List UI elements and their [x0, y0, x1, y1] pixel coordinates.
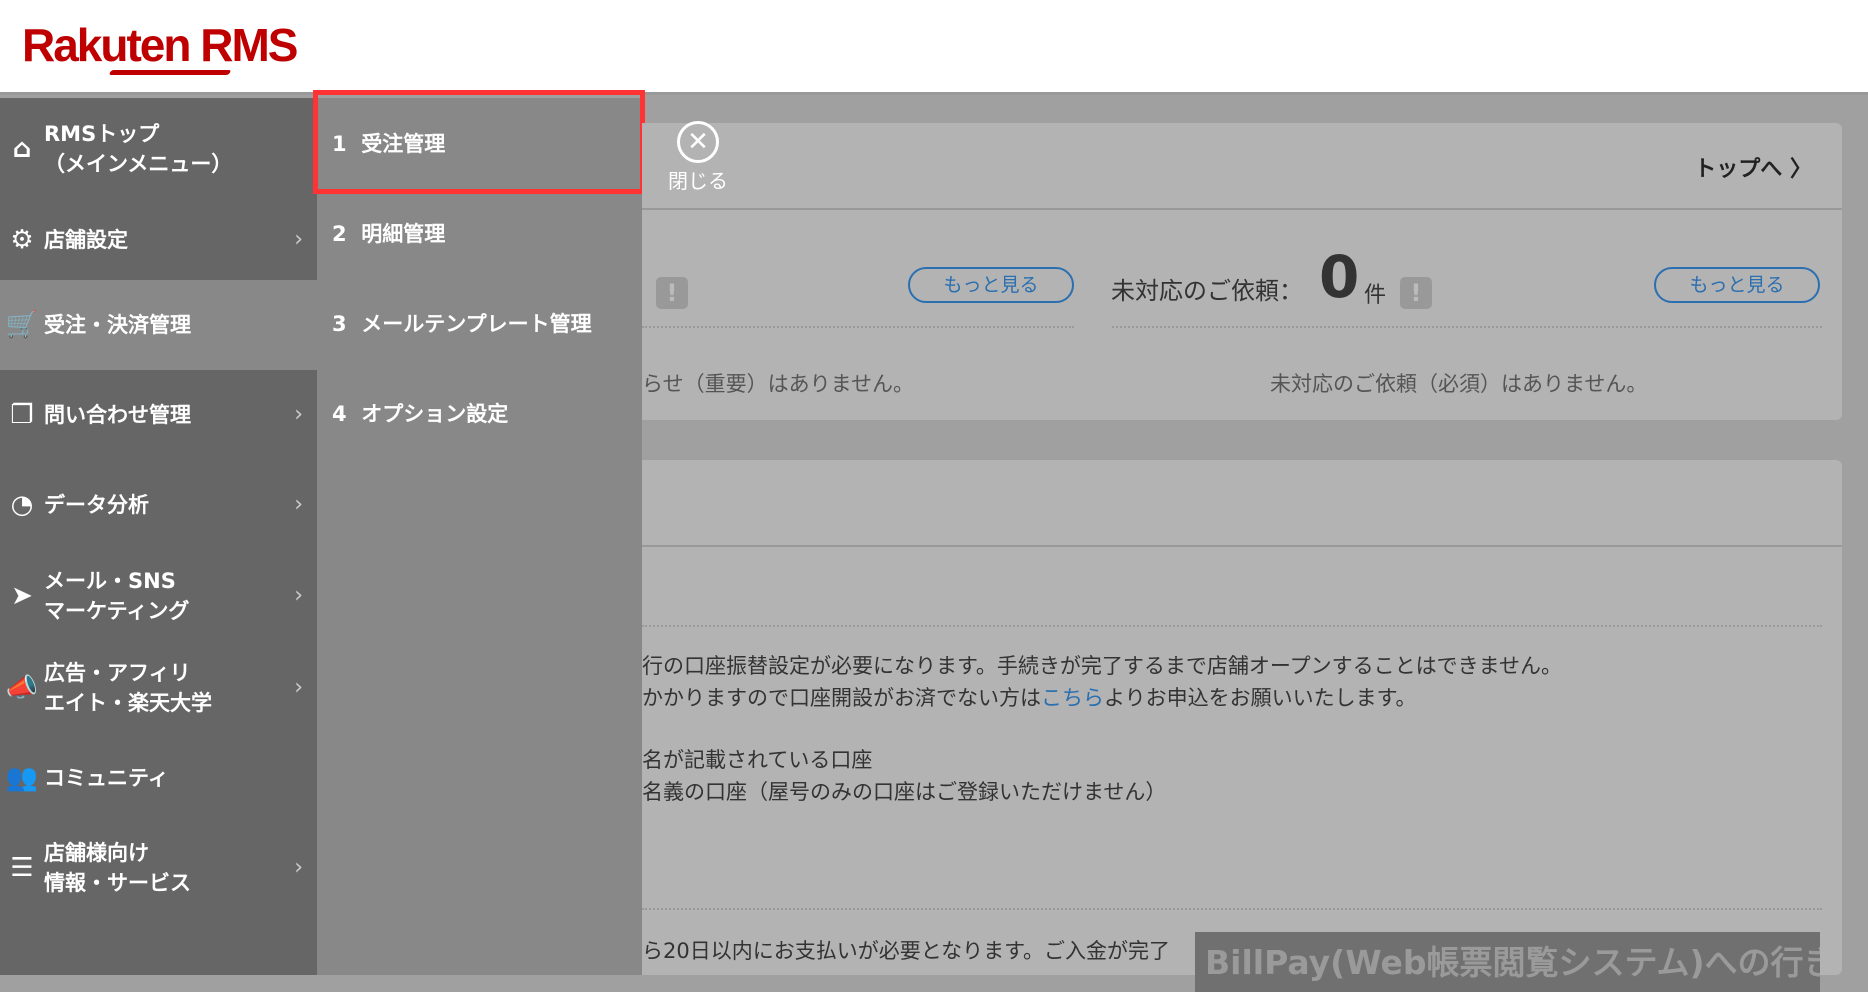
close-label: 閉じる [668, 169, 728, 193]
label: エイト・楽天大学 [44, 691, 212, 715]
chevron-right-icon: › [294, 227, 303, 252]
chevron-right-icon: › [294, 402, 303, 427]
close-button[interactable]: ✕ 閉じる [668, 121, 728, 194]
people-icon: 👥 [5, 763, 39, 793]
num: 4 [332, 402, 347, 426]
apply-here-link[interactable]: こちら [1041, 686, 1104, 710]
sidebar-item-orders-payments[interactable]: 🛒 受注・決済管理 [0, 280, 317, 370]
chat-icon: ❐ [10, 400, 34, 430]
megaphone-icon: 📣 [5, 673, 39, 703]
sidebar: ⌂ RMSトップ （メインメニュー） ⚙ 店舗設定 › 🛒 受注・決済管理 ❐ 問い合わせ… [0, 98, 317, 975]
label: 受注・決済管理 [44, 313, 191, 337]
cart-icon: 🛒 [5, 310, 39, 340]
submenu-item-option-settings[interactable]: 4 オプション設定 [332, 398, 508, 428]
sidebar-item-rms-top[interactable]: ⌂ RMSトップ （メインメニュー） [0, 98, 317, 200]
more-button[interactable]: もっと見る [908, 267, 1074, 303]
highlight-box [313, 90, 645, 194]
logo-text: Rakuten RMS [22, 19, 298, 71]
label: 店舗設定 [44, 228, 128, 252]
alert-icon: ! [1400, 277, 1432, 309]
notifications-card: ✕ 閉じる トップへ 〉 ! もっと見る 未対応のご依頼： 0 件 ! もっと見る… [642, 121, 1842, 420]
sidebar-item-mail-sns[interactable]: ➤ メール・SNS マーケティング › [0, 550, 317, 642]
chevron-right-icon: › [294, 855, 303, 880]
alert-icon: ! [656, 277, 688, 309]
label: 明細管理 [361, 222, 446, 246]
body-text: 名が記載されている口座 [642, 748, 873, 772]
sidebar-item-inquiries[interactable]: ❐ 問い合わせ管理 › [0, 370, 317, 460]
label: メールテンプレート管理 [361, 312, 592, 336]
label: RMSトップ [44, 122, 160, 146]
label: （メインメニュー） [44, 152, 233, 176]
divider [642, 908, 1822, 910]
label: オプション設定 [361, 402, 509, 426]
body-text: 行の口座振替設定が必要になります。手続きが完了するまで店舗オープンすることはでき… [642, 654, 1563, 678]
divider [642, 545, 1842, 547]
sidebar-item-store-settings[interactable]: ⚙ 店舗設定 › [0, 200, 317, 280]
to-top-link[interactable]: トップへ 〉 [1694, 151, 1812, 183]
gear-icon: ⚙ [10, 225, 34, 255]
body-text: かかりますので口座開設がお済でない方はこちらよりお申込をお願いいたします。 [642, 682, 1416, 712]
body-text: 名義の口座（屋号のみの口座はご登録いただけません） [642, 780, 1167, 804]
notice-empty-text: らせ（重要）はありません。 [642, 372, 914, 396]
sidebar-item-ads-affiliate[interactable]: 📣 広告・アフィリ エイト・楽天大学 › [0, 642, 317, 734]
sidebar-item-store-info[interactable]: ☰ 店舗様向け情報・サービス › [0, 822, 317, 914]
divider [642, 326, 1074, 328]
rakuten-rms-logo[interactable]: Rakuten RMS [22, 18, 298, 75]
pie-chart-icon: ◔ [10, 490, 34, 520]
label: コミュニティ [44, 766, 169, 790]
label: メール・SNS [44, 569, 176, 593]
requests-empty-text: 未対応のご依頼（必須）はありません。 [1270, 372, 1648, 396]
label: 問い合わせ管理 [44, 403, 191, 427]
requests-unit: 件 [1364, 283, 1387, 308]
chevron-right-icon: › [294, 492, 303, 517]
label: 店舗様向け [44, 841, 149, 865]
chevron-right-icon: › [294, 583, 303, 608]
list-icon: ☰ [10, 853, 34, 883]
label: データ分析 [44, 493, 149, 517]
submenu: 1 受注管理 2 明細管理 3 メールテンプレート管理 4 オプション設定 [317, 98, 642, 975]
label: トップへ [1694, 157, 1783, 182]
num: 2 [332, 222, 347, 246]
chevron-right-icon: › [294, 675, 303, 700]
paper-plane-icon: ➤ [11, 581, 33, 611]
header: Rakuten RMS [0, 0, 1868, 95]
requests-label: 未対応のご依頼： [1111, 277, 1303, 305]
label: マーケティング [44, 599, 190, 623]
label: 情報・サービス [44, 871, 191, 895]
text: よりお申込をお願いいたします。 [1104, 686, 1417, 710]
sidebar-item-data-analysis[interactable]: ◔ データ分析 › [0, 460, 317, 550]
chevron-right-icon: 〉 [1789, 157, 1812, 182]
billpay-banner[interactable]: BillPay(Web帳票閲覧システム)への行き方 [1195, 932, 1820, 992]
divider [642, 208, 1842, 210]
requests-count: 0 [1319, 243, 1360, 311]
divider [1112, 326, 1822, 328]
submenu-item-mail-template[interactable]: 3 メールテンプレート管理 [332, 308, 592, 338]
label: 広告・アフィリ [44, 661, 191, 685]
account-setup-card: 行の口座振替設定が必要になります。手続きが完了するまで店舗オープンすることはでき… [642, 460, 1842, 992]
more-button[interactable]: もっと見る [1654, 267, 1820, 303]
divider [642, 625, 1822, 627]
num: 3 [332, 312, 347, 336]
home-icon: ⌂ [12, 134, 32, 164]
close-icon: ✕ [677, 121, 719, 163]
submenu-item-detail-management[interactable]: 2 明細管理 [332, 218, 445, 248]
body-text: ら20日以内にお支払いが必要となります。ご入金が完了 [642, 939, 1170, 963]
text: かかりますので口座開設がお済でない方は [642, 686, 1041, 710]
sidebar-item-community[interactable]: 👥 コミュニティ [0, 734, 317, 822]
